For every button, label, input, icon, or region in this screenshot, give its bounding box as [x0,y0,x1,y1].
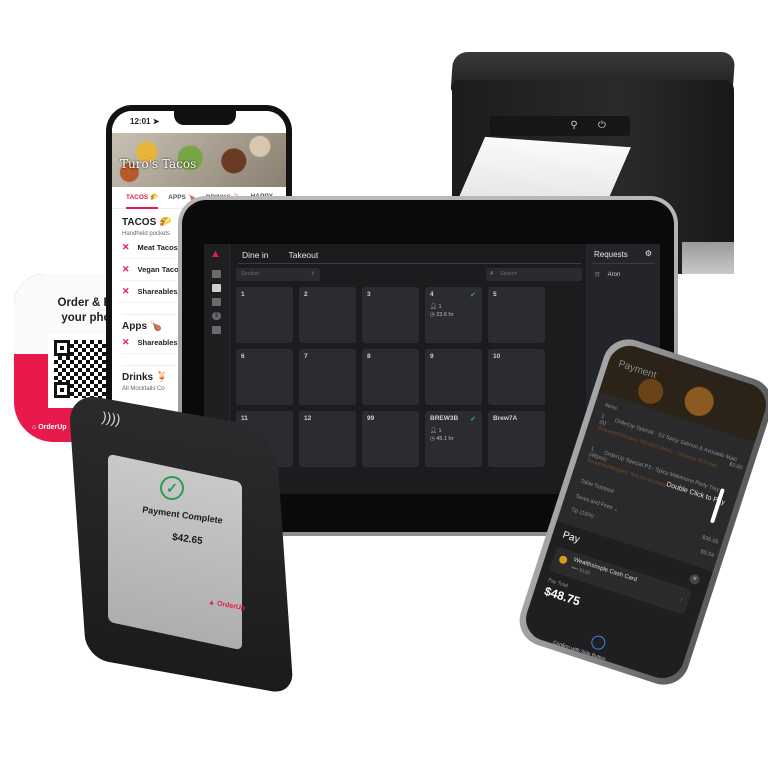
utensils-icon: ✕ [122,264,130,274]
power-icon[interactable]: ⏻ [596,120,608,132]
utensils-icon: ✕ [122,286,130,296]
guest-count-value: 1 [438,304,442,310]
gear-icon[interactable]: ⚙ [645,249,652,258]
payment-title: Payment [616,358,658,382]
table-card[interactable]: 99 [362,411,419,467]
payment-phone-screen: Payment Items 1OrderUp Special - S3 Spic… [520,340,768,684]
map-icon[interactable] [212,284,221,292]
table-name: 3 [367,291,371,298]
table-name: 5 [493,291,497,298]
close-icon[interactable]: ✕ [688,573,701,586]
person-icon: 👤︎ [430,304,439,310]
printer-base [682,242,734,274]
check-icon: ✓ [470,416,476,423]
table-card[interactable]: 12 [299,411,356,467]
table-name: 99 [367,415,375,422]
side-button-icon [589,633,608,652]
table-meta: 👤︎ 1 ◷ 45.1 hr [430,427,477,443]
orders-icon[interactable] [212,270,221,278]
printer-control-bar [490,116,630,136]
status-time: 12:01 [130,117,151,126]
table-card[interactable]: 3 [362,287,419,343]
table-card[interactable]: 7 [299,349,356,405]
search-input[interactable]: ⌕ Search [486,268,582,281]
payment-phone: Payment Items 1OrderUp Special - S3 Spic… [494,332,768,692]
menu-item-label: Shareables [137,338,178,347]
chevron-down-icon: ⌄ [611,505,620,514]
table-card[interactable]: 5 [488,287,545,343]
section-select[interactable]: Section ⇕ [236,268,320,281]
person-icon: 👤︎ [430,428,439,434]
orderup-logo-icon[interactable]: ▲ [210,248,224,260]
table-name: 9 [430,353,434,360]
payment-phone-frame: Payment Items 1OrderUp Special - S3 Spic… [512,332,768,692]
table-card[interactable]: 1 [236,287,293,343]
duration-value: 45.1 hr [436,436,454,442]
section-select-placeholder: Section [241,271,260,277]
card-icon [558,554,569,565]
table-name: 2 [304,291,308,298]
table-card[interactable]: 4 ✓ 👤︎ 1 ◷ 23.6 hr [425,287,482,343]
reports-icon[interactable] [212,326,221,334]
select-chevron-icon: ⇕ [310,271,315,277]
tabs-divider [238,263,581,264]
table-meta: 👤︎ 1 ◷ 23.6 hr [430,303,477,319]
card-last4: •••• 9130 [570,564,591,577]
seated-duration: ◷ 23.6 hr [430,311,477,319]
tab-takeout[interactable]: Takeout [284,250,322,264]
qr-finder [54,340,70,356]
apple-pay-logo: Pay [561,529,581,546]
phone-notch [174,111,236,125]
seated-duration: ◷ 45.1 hr [430,435,477,443]
cart-icon: 🛒︎ [594,272,602,278]
service-tabs: Dine in Takeout [238,250,322,264]
table-name: 7 [304,353,308,360]
guest-count-value: 1 [438,428,442,434]
guest-count: 👤︎ 1 [430,427,477,435]
request-name: Aron [607,272,621,278]
table-name: 6 [241,353,245,360]
tip-value: $5.54 [699,548,715,559]
duration-value: 23.6 hr [436,312,454,318]
payment-terminal: )))) ✓ Payment Complete $42.65 ▲ OrderUp [62,392,294,696]
contactless-icon: )))) [100,408,122,428]
table-card[interactable]: BREW3B ✓ 👤︎ 1 ◷ 45.1 hr [425,411,482,467]
qr-pattern [54,340,112,398]
book-icon[interactable] [212,298,221,306]
restaurant-name: Turo's Tacos [120,157,197,171]
requests-title: Requests [594,250,628,259]
restaurant-hero-image: Turo's Tacos [112,129,286,187]
utensils-icon: ✕ [122,337,130,347]
table-card[interactable]: 2 [299,287,356,343]
wifi-icon[interactable]: ⚲ [568,120,580,132]
taxes-value: $36.95 [701,534,719,546]
guest-count: 👤︎ 1 [430,303,477,311]
table-card[interactable]: 8 [362,349,419,405]
tab-dine-in[interactable]: Dine in [238,250,273,264]
check-icon: ✓ [470,292,476,299]
tab-tacos[interactable]: TACOS 🌮 [126,193,159,209]
requests-divider [592,263,654,264]
tip-label: Tip (15%) [570,506,595,520]
table-card[interactable]: 9 [425,349,482,405]
utensils-icon: ✕ [122,242,130,252]
check-circle-icon: ✓ [160,476,184,500]
request-item[interactable]: 🛒︎ Aron [594,271,620,278]
search-placeholder: Search [500,271,518,277]
location-icon: ➤ [152,117,160,126]
menu-item-label: Vegan Tacos [137,265,183,274]
search-icon: ⌕ [490,270,494,277]
table-name: 12 [304,415,312,422]
dollar-icon[interactable]: $ [212,312,221,320]
table-name: 1 [241,291,245,298]
menu-item-label: Meat Tacos [137,243,178,252]
items-label: Items [604,402,618,412]
menu-item-label: Shareables [137,287,178,296]
subtotal-label: Table Subtotal [579,478,615,495]
table-name: 8 [367,353,371,360]
